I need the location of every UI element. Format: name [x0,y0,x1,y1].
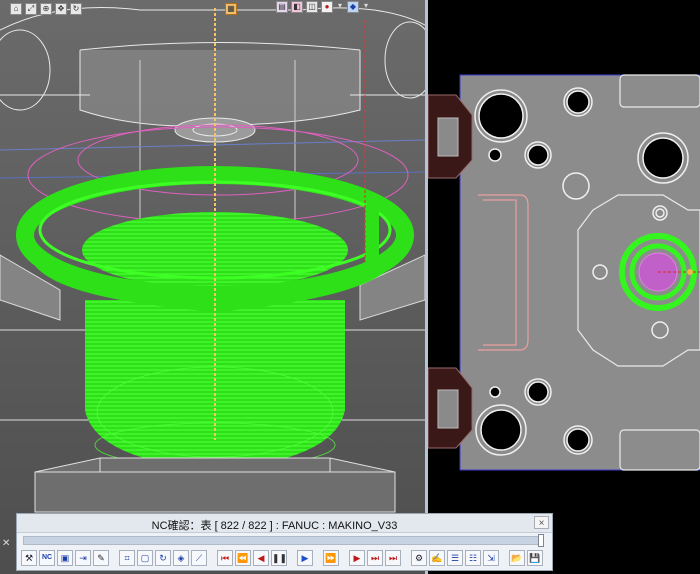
box-select-icon[interactable]: ▢ [137,550,153,566]
highlight-icon[interactable]: ▦ [225,3,237,15]
list-edit-icon[interactable]: ☷ [465,550,481,566]
nc-control-toolbar: ⚒ NC ▣ ⇥ ✎ ⌗ ▢ ↻ ◈ ⟋ ⏮ ⏪ ◀ ❚❚ ▶ ⏩ ▶ ⏭ ⏭ ⚙ ✍ ☰ ☷ ⇲ 📂 💾 [21,549,548,567]
step-back-icon[interactable]: ⏪ [235,550,251,566]
3d-scene[interactable] [0,0,425,574]
pause-icon[interactable]: ❚❚ [271,550,287,566]
nc-progress-slider[interactable] [23,534,544,547]
cube-icon[interactable]: ◆ [347,1,359,13]
home-icon[interactable]: ⌂ [10,3,22,15]
rewind-icon[interactable]: ◀ [253,550,269,566]
plan-scene[interactable] [428,0,700,574]
next-icon[interactable]: ⏭ [367,550,383,566]
frame-select-icon[interactable]: ⌗ [119,550,135,566]
rotate-view-icon[interactable]: ↻ [155,550,171,566]
list-icon[interactable]: ☰ [447,550,463,566]
nc-panel-title: NC確認：表 [ 822 / 822 ] : FANUC : MAKINO_V3… [151,520,398,532]
list-arrow-icon[interactable]: ⇥ [75,550,91,566]
go-start-icon[interactable]: ⏮ [217,550,233,566]
view-toolbar: ⌂ ⤢ ⊕ ✥ ↻ ▦ [0,0,237,18]
pan-icon[interactable]: ✥ [55,3,67,15]
export-icon[interactable]: ⇲ [483,550,499,566]
nc-panel-titlebar[interactable]: NC確認：表 [ 822 / 822 ] : FANUC : MAKINO_V3… [17,514,552,533]
dropdown-icon[interactable]: ▾ [362,1,370,13]
fit-view-icon[interactable]: ⤢ [25,3,37,15]
nc-progress-thumb[interactable] [538,534,544,547]
nc-progress-fill [24,537,542,544]
play-icon[interactable]: ▶ [297,550,313,566]
nc-check-panel: NC確認：表 [ 822 / 822 ] : FANUC : MAKINO_V3… [16,513,553,571]
camera-icon[interactable]: ◫ [306,1,318,13]
edit-icon[interactable]: ✍ [429,550,445,566]
zoom-icon[interactable]: ⊕ [40,3,52,15]
brush-icon[interactable]: ✎ [93,550,109,566]
nc-icon[interactable]: NC [39,550,55,566]
image-view-icon[interactable]: ▣ [57,550,73,566]
go-end-icon[interactable]: ⏭ [385,550,401,566]
flag-icon[interactable]: ● [321,1,333,13]
2d-plan-view[interactable] [428,0,700,574]
measure-icon[interactable]: ⚙ [411,550,427,566]
dropdown-icon[interactable]: ▾ [336,1,344,13]
save-icon[interactable]: 💾 [527,550,543,566]
3d-viewport[interactable]: ⌂ ⤢ ⊕ ✥ ↻ ▦ ▤ ◧ ◫ ● ▾ ◆ ▾ [0,0,425,574]
close-button[interactable]: × [534,516,549,529]
layer-icon[interactable]: ◈ [173,550,189,566]
tools-icon[interactable]: ⚒ [21,550,37,566]
close-icon[interactable]: ✕ [2,538,10,549]
lower-block [34,457,396,513]
open-folder-icon[interactable]: 📂 [509,550,525,566]
display-toolbar: ▤ ◧ ◫ ● ▾ ◆ ▾ [276,0,370,14]
layer-icon[interactable]: ▤ [276,1,288,13]
step-forward-icon[interactable]: ▶ [349,550,365,566]
color-icon[interactable]: ◧ [291,1,303,13]
rotate-icon[interactable]: ↻ [70,3,82,15]
fast-forward-icon[interactable]: ⏩ [323,550,339,566]
tool-path-icon[interactable]: ⟋ [191,550,207,566]
